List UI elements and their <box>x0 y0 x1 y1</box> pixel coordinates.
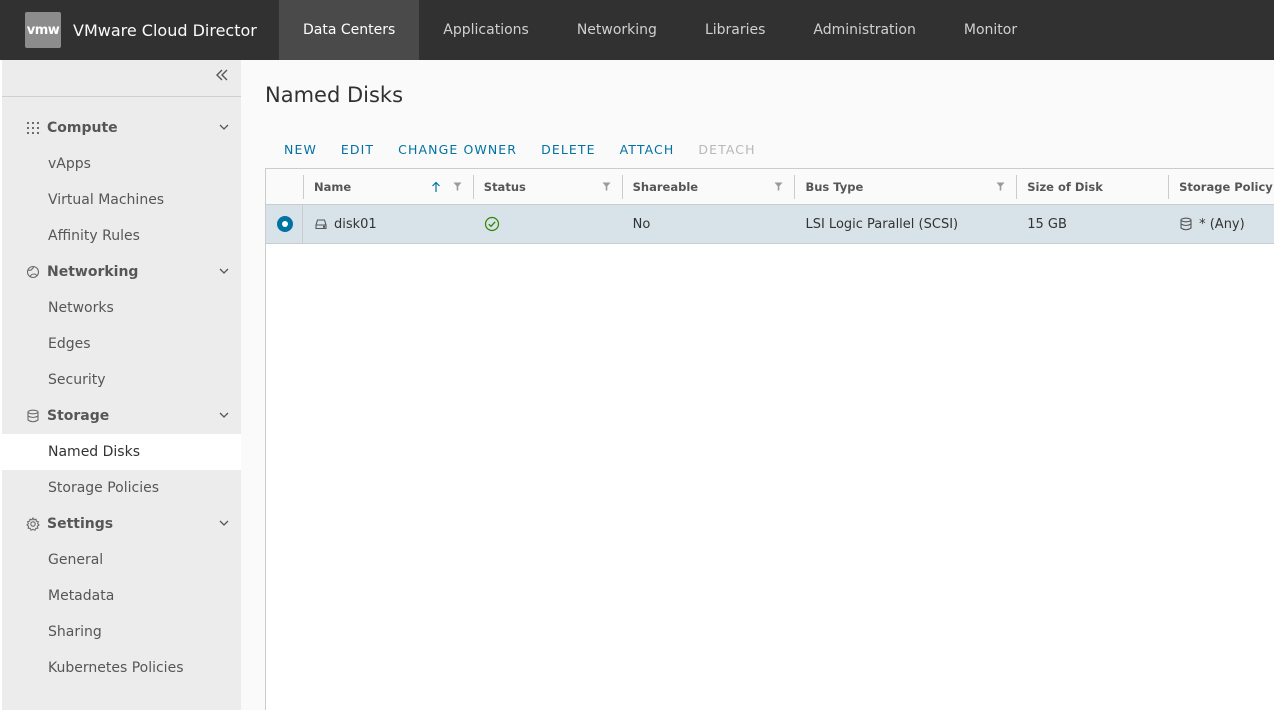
database-icon <box>26 409 40 423</box>
sidebar-group-label: Settings <box>47 516 114 532</box>
sidebar-group-storage[interactable]: Storage <box>2 398 241 434</box>
sidebar-group-settings[interactable]: Settings <box>2 506 241 542</box>
new-button[interactable]: NEW <box>265 142 329 160</box>
sidebar-item-kubernetes-policies[interactable]: Kubernetes Policies <box>2 650 241 686</box>
sidebar-group-compute[interactable]: Compute <box>2 110 241 146</box>
column-label: Size of Disk <box>1027 179 1103 194</box>
nav-data-centers[interactable]: Data Centers <box>279 0 420 60</box>
brand[interactable]: vmw VMware Cloud Director <box>0 0 279 60</box>
disk-name[interactable]: disk01 <box>334 217 377 232</box>
nav-monitor[interactable]: Monitor <box>940 0 1041 60</box>
column-header-size-of-disk[interactable]: Size of Disk <box>1016 169 1168 204</box>
edit-button[interactable]: EDIT <box>329 142 386 160</box>
sidebar-item-networks[interactable]: Networks <box>2 290 241 326</box>
column-label: Storage Policy <box>1179 179 1273 194</box>
main-nav: Data Centers Applications Networking Lib… <box>279 0 1041 60</box>
top-header: vmw VMware Cloud Director Data Centers A… <box>0 0 1274 60</box>
column-label: Shareable <box>632 179 699 194</box>
grid-dots-icon <box>26 121 40 135</box>
column-header-status[interactable]: Status <box>472 169 622 204</box>
page-title: Named Disks <box>265 83 404 107</box>
sidebar-group-label: Compute <box>47 120 118 136</box>
chevron-down-icon <box>219 268 229 274</box>
column-label: Status <box>483 179 526 194</box>
grid-header: Name Status Shareable Bus Type Size of D… <box>266 169 1274 205</box>
column-label: Bus Type <box>805 179 864 194</box>
filter-icon[interactable] <box>774 182 783 191</box>
nav-libraries[interactable]: Libraries <box>681 0 789 60</box>
filter-icon[interactable] <box>996 182 1005 191</box>
main-content: Named Disks NEW EDIT CHANGE OWNER DELETE… <box>265 60 1274 710</box>
cell-size: 15 GB <box>1027 216 1067 232</box>
attach-button[interactable]: ATTACH <box>608 142 687 160</box>
sidebar-item-security[interactable]: Security <box>2 362 241 398</box>
collapse-sidebar-icon[interactable] <box>213 68 231 86</box>
sidebar-item-affinity-rules[interactable]: Affinity Rules <box>2 218 241 254</box>
table-row[interactable]: disk01 No LSI Logic Parallel (SCSI) 15 G… <box>266 205 1274 244</box>
cell-name[interactable]: disk01 <box>303 205 473 243</box>
disk-icon <box>315 219 327 230</box>
sidebar-item-storage-policies[interactable]: Storage Policies <box>2 470 241 506</box>
row-radio-selected[interactable] <box>277 216 294 232</box>
sidebar-item-general[interactable]: General <box>2 542 241 578</box>
sidebar-group-networking[interactable]: Networking <box>2 254 241 290</box>
vmware-logo: vmw <box>25 12 61 48</box>
nav-applications[interactable]: Applications <box>419 0 553 60</box>
row-select-cell[interactable] <box>266 205 303 244</box>
cell-status <box>473 205 622 243</box>
column-label: Name <box>313 179 352 194</box>
sidebar-item-edges[interactable]: Edges <box>2 326 241 362</box>
sort-ascending-icon[interactable] <box>431 181 441 193</box>
chevron-down-icon <box>219 124 229 130</box>
sidebar-item-vapps[interactable]: vApps <box>2 146 241 182</box>
status-ok-icon <box>484 216 499 232</box>
nav-administration[interactable]: Administration <box>789 0 939 60</box>
globe-icon <box>26 265 40 279</box>
named-disks-grid: Name Status Shareable Bus Type Size of D… <box>265 168 1274 710</box>
radio-dot <box>282 221 289 227</box>
app-title: VMware Cloud Director <box>73 20 257 40</box>
filter-icon[interactable] <box>453 182 462 191</box>
change-owner-button[interactable]: CHANGE OWNER <box>386 142 529 160</box>
cell-shareable: No <box>632 216 651 232</box>
chevron-down-icon <box>219 412 229 418</box>
sidebar-item-virtual-machines[interactable]: Virtual Machines <box>2 182 241 218</box>
chevron-down-icon <box>219 520 229 526</box>
gear-icon <box>26 517 40 531</box>
select-column-header <box>266 169 303 204</box>
column-header-shareable[interactable]: Shareable <box>621 169 795 204</box>
detach-button[interactable]: DETACH <box>686 142 767 160</box>
storage-policy-value: * (Any) <box>1199 216 1245 232</box>
filter-icon[interactable] <box>602 182 611 191</box>
sidebar-collapse-bar <box>2 60 241 97</box>
sidebar-item-named-disks[interactable]: Named Disks <box>0 434 241 470</box>
column-header-bus-type[interactable]: Bus Type <box>794 169 1016 204</box>
database-icon <box>1180 217 1192 231</box>
sidebar-item-metadata[interactable]: Metadata <box>2 578 241 614</box>
sidebar-group-label: Storage <box>47 408 110 424</box>
column-header-name[interactable]: Name <box>302 169 473 204</box>
delete-button[interactable]: DELETE <box>529 142 608 160</box>
action-bar: NEW EDIT CHANGE OWNER DELETE ATTACH DETA… <box>265 142 768 160</box>
column-header-storage-policy[interactable]: Storage Policy <box>1168 169 1274 204</box>
cell-bus-type: LSI Logic Parallel (SCSI) <box>805 216 959 232</box>
sidebar-group-label: Networking <box>47 264 139 280</box>
cell-storage-policy: * (Any) <box>1168 205 1274 243</box>
nav-networking[interactable]: Networking <box>553 0 681 60</box>
sidebar: Compute vApps Virtual Machines Affinity … <box>0 60 241 710</box>
sidebar-item-sharing[interactable]: Sharing <box>2 614 241 650</box>
